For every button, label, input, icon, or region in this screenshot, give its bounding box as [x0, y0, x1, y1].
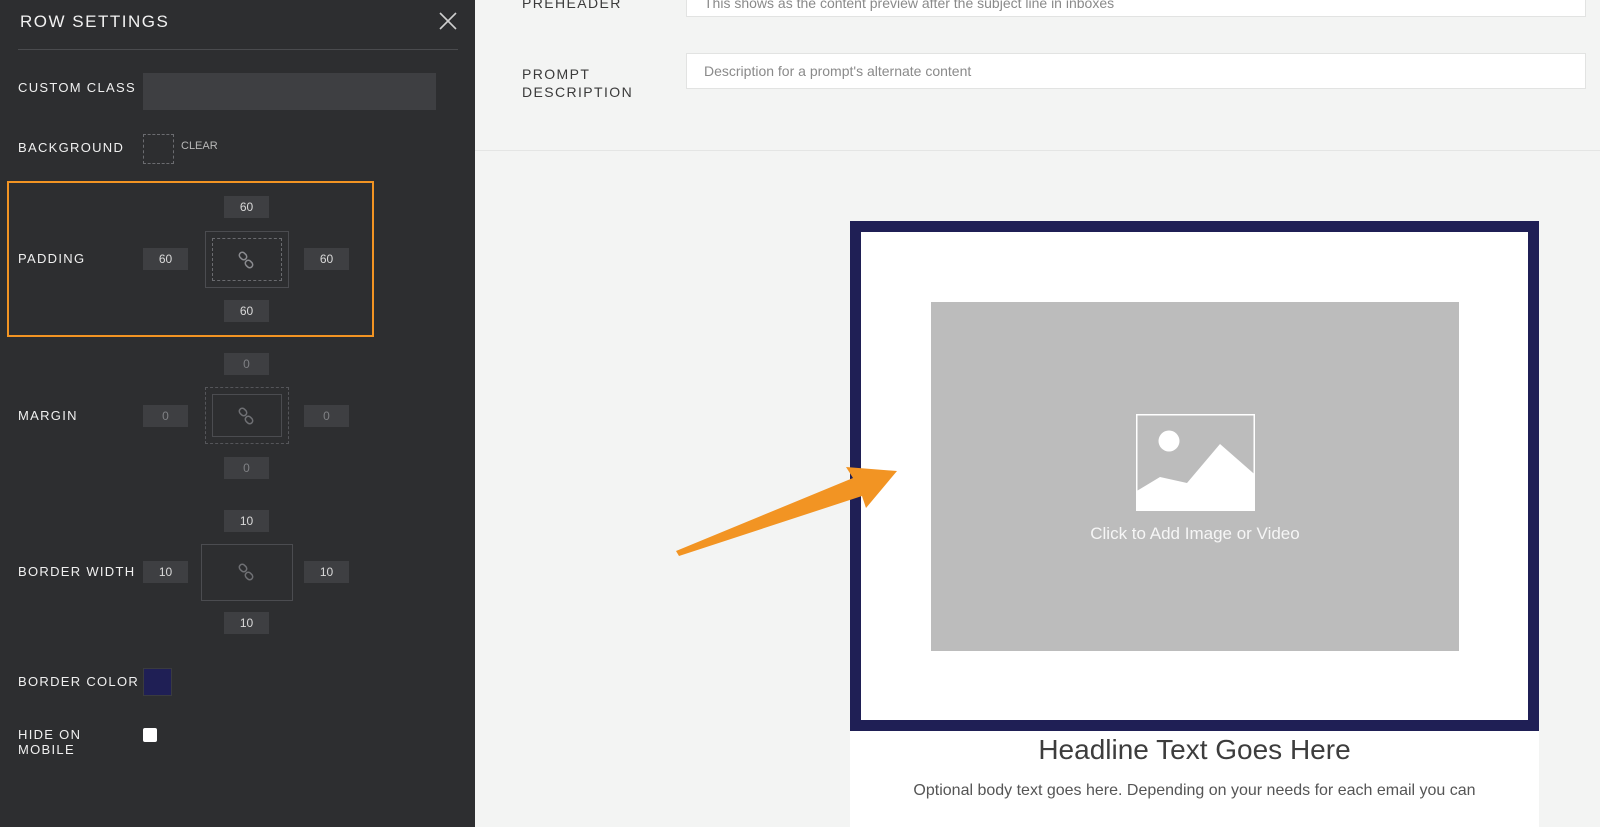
image-placeholder-caption: Click to Add Image or Video — [1090, 524, 1300, 543]
prompt-description-input[interactable]: Description for a prompt's alternate con… — [686, 53, 1586, 89]
close-icon — [439, 12, 457, 30]
custom-class-label: CUSTOM CLASS — [18, 80, 136, 95]
border-width-left-input[interactable]: 10 — [143, 561, 188, 583]
preheader-label: PREHEADER — [522, 0, 622, 11]
border-width-top-input[interactable]: 10 — [224, 510, 269, 532]
background-label: BACKGROUND — [18, 140, 125, 155]
prompt-description-label: PROMPT DESCRIPTION — [522, 66, 634, 100]
margin-link-icon[interactable] — [237, 407, 255, 425]
link-icon — [238, 251, 254, 269]
close-button[interactable] — [437, 10, 459, 32]
padding-label: PADDING — [18, 251, 86, 266]
image-icon — [1136, 414, 1255, 511]
margin-bottom-input[interactable]: 0 — [224, 457, 269, 479]
border-width-link-icon[interactable] — [237, 563, 255, 581]
margin-top-input[interactable]: 0 — [224, 353, 269, 375]
padding-right-input[interactable]: 60 — [304, 248, 349, 270]
border-color-label: BORDER COLOR — [18, 674, 140, 689]
email-settings-header: PREHEADER This shows as the content prev… — [475, 0, 1600, 151]
title-divider — [18, 49, 458, 50]
background-clear-button[interactable]: CLEAR — [181, 140, 218, 152]
hide-on-mobile-label: HIDE ON MOBILE — [18, 727, 82, 757]
email-editor-canvas: PREHEADER This shows as the content prev… — [475, 0, 1600, 827]
padding-link-icon[interactable] — [237, 251, 255, 269]
border-width-label: BORDER WIDTH — [18, 564, 136, 579]
row-settings-panel: ROW SETTINGS CUSTOM CLASS BACKGROUND CLE… — [0, 0, 475, 827]
link-icon — [238, 563, 254, 581]
padding-left-input[interactable]: 60 — [143, 248, 188, 270]
border-width-bottom-input[interactable]: 10 — [224, 612, 269, 634]
email-row-content: Click to Add Image or Video — [861, 232, 1528, 720]
border-color-swatch[interactable] — [143, 668, 172, 696]
background-color-swatch[interactable] — [143, 134, 174, 164]
padding-bottom-input[interactable]: 60 — [224, 300, 269, 322]
link-icon — [238, 407, 254, 425]
margin-left-input[interactable]: 0 — [143, 405, 188, 427]
panel-title: ROW SETTINGS — [20, 12, 170, 31]
headline-text[interactable]: Headline Text Goes Here — [850, 734, 1539, 766]
margin-right-input[interactable]: 0 — [304, 405, 349, 427]
preheader-input[interactable]: This shows as the content preview after … — [686, 0, 1586, 17]
body-text[interactable]: Optional body text goes here. Depending … — [850, 782, 1539, 800]
email-row-border[interactable]: Click to Add Image or Video — [850, 221, 1539, 731]
padding-top-input[interactable]: 60 — [224, 196, 269, 218]
hide-on-mobile-checkbox[interactable] — [143, 728, 157, 742]
margin-label: MARGIN — [18, 408, 78, 423]
custom-class-input[interactable] — [143, 73, 436, 110]
border-width-right-input[interactable]: 10 — [304, 561, 349, 583]
text-block[interactable]: Headline Text Goes Here Optional body te… — [850, 731, 1539, 827]
image-placeholder[interactable]: Click to Add Image or Video — [931, 302, 1459, 651]
